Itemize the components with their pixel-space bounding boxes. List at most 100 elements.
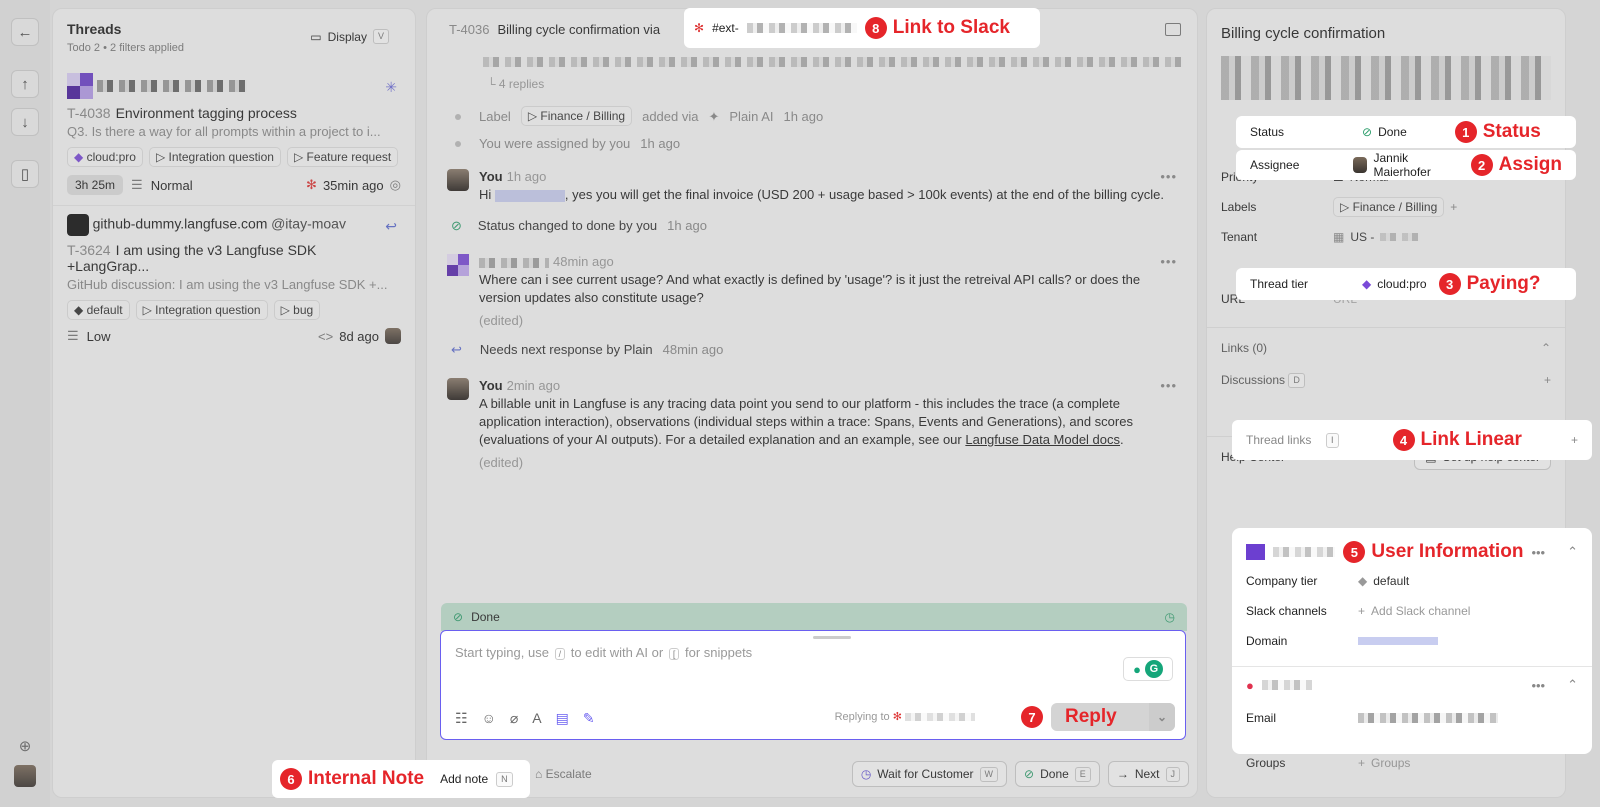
customer-name-blurred <box>96 80 247 92</box>
description-blurred <box>1221 56 1551 100</box>
check-circle-icon: ⊘ <box>1362 125 1373 139</box>
back-button[interactable]: ← <box>11 18 39 46</box>
more-icon[interactable]: ••• <box>1531 678 1545 693</box>
docs-link[interactable]: Langfuse Data Model docs <box>965 432 1120 447</box>
tier-icon: ◆ <box>74 150 84 164</box>
callout-1: 1 Status <box>1454 121 1541 143</box>
filters-applied[interactable]: 2 filters applied <box>110 42 184 54</box>
discussions-section[interactable]: Discussions D + <box>1207 364 1565 396</box>
done-status-bar: ⊘ Done ◷ <box>441 603 1187 631</box>
ai-edit-icon[interactable]: ✎ <box>583 710 595 727</box>
text-format-icon[interactable]: A <box>532 710 541 727</box>
more-icon[interactable]: ••• <box>1531 545 1545 560</box>
thread-title: Environment tagging process <box>115 105 297 121</box>
slack-icon: ✻ <box>892 711 902 723</box>
thread-card[interactable]: github-dummy.langfuse.com @itay-moav ↩ T… <box>53 206 415 354</box>
author-avatar <box>447 254 469 276</box>
arrow-down-icon: ↓ <box>21 113 29 131</box>
previous-thread-button[interactable]: ↑ <box>11 70 39 98</box>
label-chip: ▷ Finance / Billing <box>520 106 633 126</box>
display-shortcut: V <box>372 29 389 44</box>
assignee-row[interactable]: Assignee Jannik Maierhofer 2 Assign <box>1236 150 1576 180</box>
callout-7-number: 7 <box>1021 706 1043 728</box>
customer-logo <box>67 214 89 236</box>
toggle-details-panel-icon[interactable] <box>1165 23 1181 36</box>
wait-for-customer-button[interactable]: ◷ Wait for Customer W <box>851 761 1008 787</box>
display-button[interactable]: ▭ Display V <box>310 29 389 44</box>
emoji-icon[interactable]: ☺ <box>482 710 496 727</box>
plus-icon: + <box>1570 433 1578 447</box>
company-tier-row[interactable]: Company tier ◆ default <box>1246 566 1578 596</box>
sidebar-icon: ▯ <box>20 166 30 183</box>
author-name: You <box>479 378 503 393</box>
thread-id: T-4036 <box>449 21 490 37</box>
message: 48min ago Where can i see current usage?… <box>447 254 1187 328</box>
company-logo <box>1246 544 1266 560</box>
chevron-up-icon[interactable]: ⌃ <box>1567 544 1578 560</box>
chevron-up-icon: ⌃ <box>1540 341 1551 355</box>
plus-icon: + <box>1358 604 1366 618</box>
add-note-button[interactable]: Add note N <box>440 771 513 787</box>
author-avatar <box>447 169 469 191</box>
next-button[interactable]: → Next J <box>1107 761 1189 787</box>
tag: ◆ default <box>67 300 130 320</box>
resize-handle[interactable] <box>813 636 851 639</box>
chevron-up-icon[interactable]: ⌃ <box>1567 677 1578 693</box>
snippet-icon[interactable]: ▤ <box>556 710 569 727</box>
settings-sliders-icon[interactable]: ☷ <box>455 710 468 727</box>
message: You 1h ago Hi , yes you will get the fina… <box>447 169 1187 204</box>
thread-snippet: Q3. Is there a way for all prompts withi… <box>67 124 381 139</box>
escalate-button[interactable]: ⌂ Escalate <box>535 767 592 781</box>
plus-icon[interactable]: + <box>1450 200 1457 214</box>
message: You 2min ago A billable unit in Langfuse … <box>447 378 1187 470</box>
replies-link[interactable]: └ 4 replies <box>487 77 1187 91</box>
tenant-row[interactable]: Tenant ▦ US - <box>1207 222 1565 252</box>
more-icon[interactable]: ••• <box>1160 254 1177 269</box>
domain-row[interactable]: Domain <box>1246 626 1578 656</box>
reply-composer[interactable]: Start typing, use / to edit with AI or [… <box>440 630 1186 740</box>
attachment-icon[interactable]: ⌀ <box>510 710 518 727</box>
thread-list: Threads Todo 2 • 2 filters applied ▭ Disp… <box>52 8 416 798</box>
grammarly-widget[interactable]: ● G <box>1123 657 1173 681</box>
callout-2: 2 Assign <box>1470 154 1562 176</box>
labels-row[interactable]: Labels ▷ Finance / Billing + <box>1207 192 1565 222</box>
tag: ▷ Feature request <box>286 147 399 167</box>
message-time: 1h ago <box>506 169 547 184</box>
links-section[interactable]: Links (0) ⌃ <box>1207 332 1565 364</box>
grammarly-icon: G <box>1144 660 1163 678</box>
thread-time: 35min ago <box>322 177 384 193</box>
next-thread-button[interactable]: ↓ <box>11 108 39 136</box>
more-icon[interactable]: ••• <box>1160 169 1177 184</box>
assignee-avatar <box>385 328 401 344</box>
toggle-sidebar-button[interactable]: ▯ <box>11 160 39 188</box>
slack-channel-link[interactable]: ✻ #ext- 8 Link to Slack <box>684 8 1040 48</box>
thread-card[interactable]: ✳ T-4038 Environment tagging process Q3. … <box>53 65 415 206</box>
thread-links-row[interactable]: Thread links I 4 Link Linear + <box>1232 420 1592 460</box>
done-button[interactable]: ⊘ Done E <box>1015 761 1100 787</box>
todo-count: 2 <box>93 42 101 54</box>
check-circle-icon: ⊘ <box>451 218 462 233</box>
chevron-down-icon: ⌄ <box>1149 703 1175 731</box>
reply-button[interactable]: Reply ⌄ <box>1051 703 1175 731</box>
slack-channels-row[interactable]: Slack channels + Add Slack channel <box>1246 596 1578 626</box>
more-icon[interactable]: ••• <box>1160 378 1177 393</box>
sparkle-icon: ✳ <box>385 79 397 95</box>
arrow-up-icon: ↑ <box>21 75 29 93</box>
thread-id: T-3624 <box>67 242 111 258</box>
status-row[interactable]: Status ⊘ Done 1 Status <box>1236 116 1576 148</box>
email-row[interactable]: Email <box>1246 703 1578 733</box>
assignee-avatar <box>1352 157 1368 173</box>
edited-label: (edited) <box>479 455 524 470</box>
tag: ◆ cloud:pro <box>67 147 143 167</box>
tag: ▷ Integration question <box>135 300 268 320</box>
internal-note-box: 6 Internal Note Add note N <box>272 760 530 798</box>
code-icon: <> <box>318 328 334 344</box>
priority-label: Low <box>86 328 111 344</box>
thread-tier-row[interactable]: Thread tier ◆ cloud:pro 3 Paying? <box>1236 268 1576 300</box>
sla-timer: 3h 25m <box>67 175 124 195</box>
user-avatar[interactable] <box>14 765 36 787</box>
status-event: ⊘ Status changed to done by you 1h ago <box>451 218 707 233</box>
assign-event: You were assigned by you 1h ago <box>447 136 1187 151</box>
next-response-event: ↩ Needs next response by Plain 48min ago <box>451 342 724 357</box>
support-icon[interactable]: ⊕ <box>19 737 32 755</box>
